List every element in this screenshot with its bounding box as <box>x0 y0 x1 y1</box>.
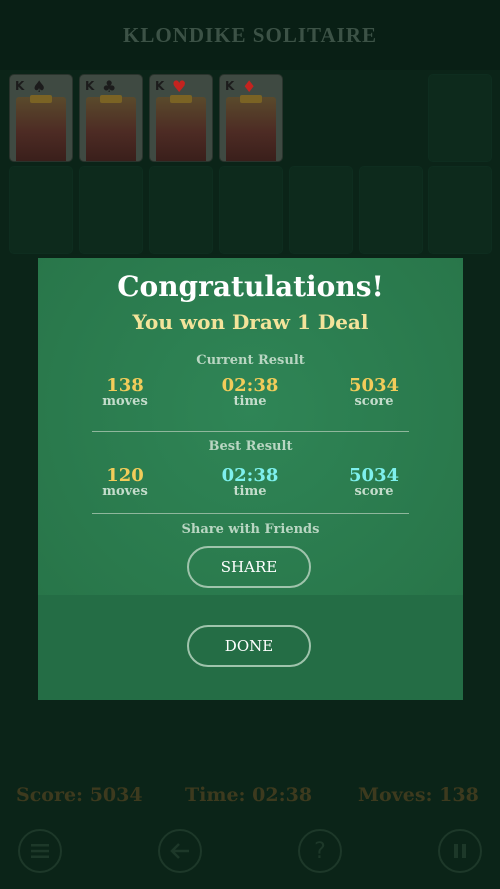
crown-icon <box>170 95 192 103</box>
pause-icon <box>454 844 466 858</box>
current-score-value: 5034 <box>348 375 400 396</box>
done-button[interactable]: DONE <box>187 625 311 667</box>
help-icon: ? <box>314 838 326 864</box>
king-figure <box>86 97 136 161</box>
crown-icon <box>100 95 122 103</box>
moves-display: Moves: 138 <box>358 784 479 806</box>
current-score-label: score <box>354 394 394 409</box>
foundation-card-spades[interactable]: K ♠ <box>9 74 73 162</box>
pause-button[interactable] <box>438 829 482 873</box>
crown-icon <box>30 95 52 103</box>
best-moves: 120 moves <box>65 465 185 499</box>
tableau-slot-5[interactable] <box>289 166 353 254</box>
dialog-content-panel <box>38 258 463 595</box>
current-moves: 138 moves <box>65 375 185 409</box>
current-time-label: time <box>233 394 267 409</box>
tableau-slot-6[interactable] <box>359 166 423 254</box>
tableau-slot-2[interactable] <box>79 166 143 254</box>
dialog-title: Congratulations! <box>117 270 384 303</box>
best-moves-value: 120 <box>106 465 144 486</box>
best-score: 5034 score <box>314 465 434 499</box>
king-figure <box>156 97 206 161</box>
current-score: 5034 score <box>314 375 434 409</box>
menu-button[interactable] <box>18 829 62 873</box>
foundation-card-clubs[interactable]: K ♣ <box>79 74 143 162</box>
tableau-slot-3[interactable] <box>149 166 213 254</box>
card-rank: K <box>15 79 25 93</box>
stock-pile-slot[interactable] <box>428 74 492 162</box>
best-time-label: time <box>233 484 267 499</box>
tableau-slot-4[interactable] <box>219 166 283 254</box>
card-rank: K <box>225 79 235 93</box>
current-result-heading: Current Result <box>196 353 305 368</box>
best-time: 02:38 time <box>190 465 310 499</box>
undo-icon <box>170 843 189 859</box>
card-rank: K <box>85 79 95 93</box>
king-figure <box>16 97 66 161</box>
help-button[interactable]: ? <box>298 829 342 873</box>
card-rank: K <box>155 79 165 93</box>
time-display: Time: 02:38 <box>185 784 313 806</box>
win-dialog: Congratulations! You won Draw 1 Deal Cur… <box>38 258 463 700</box>
current-time-value: 02:38 <box>221 375 279 396</box>
best-score-value: 5034 <box>348 465 400 486</box>
share-heading: Share with Friends <box>181 522 320 537</box>
menu-icon <box>31 844 49 858</box>
undo-button[interactable] <box>158 829 202 873</box>
divider <box>92 513 409 514</box>
king-figure <box>226 97 276 161</box>
best-time-value: 02:38 <box>221 465 279 486</box>
score-display: Score: 5034 <box>16 784 143 806</box>
current-time: 02:38 time <box>190 375 310 409</box>
best-score-label: score <box>354 484 394 499</box>
diamond-icon: ♦ <box>242 77 257 96</box>
current-moves-value: 138 <box>106 375 144 396</box>
club-icon: ♣ <box>102 77 117 96</box>
best-result-heading: Best Result <box>208 439 293 454</box>
crown-icon <box>240 95 262 103</box>
tableau-slot-1[interactable] <box>9 166 73 254</box>
dialog-subtitle: You won Draw 1 Deal <box>132 310 369 334</box>
foundation-card-diamonds[interactable]: K ♦ <box>219 74 283 162</box>
foundation-card-hearts[interactable]: K ♥ <box>149 74 213 162</box>
share-button[interactable]: SHARE <box>187 546 311 588</box>
divider <box>92 431 409 432</box>
best-moves-label: moves <box>102 484 148 499</box>
current-moves-label: moves <box>102 394 148 409</box>
spade-icon: ♠ <box>32 77 47 96</box>
heart-icon: ♥ <box>172 77 187 96</box>
app-title: KLONDIKE SOLITAIRE <box>0 0 500 70</box>
tableau-slot-7[interactable] <box>428 166 492 254</box>
